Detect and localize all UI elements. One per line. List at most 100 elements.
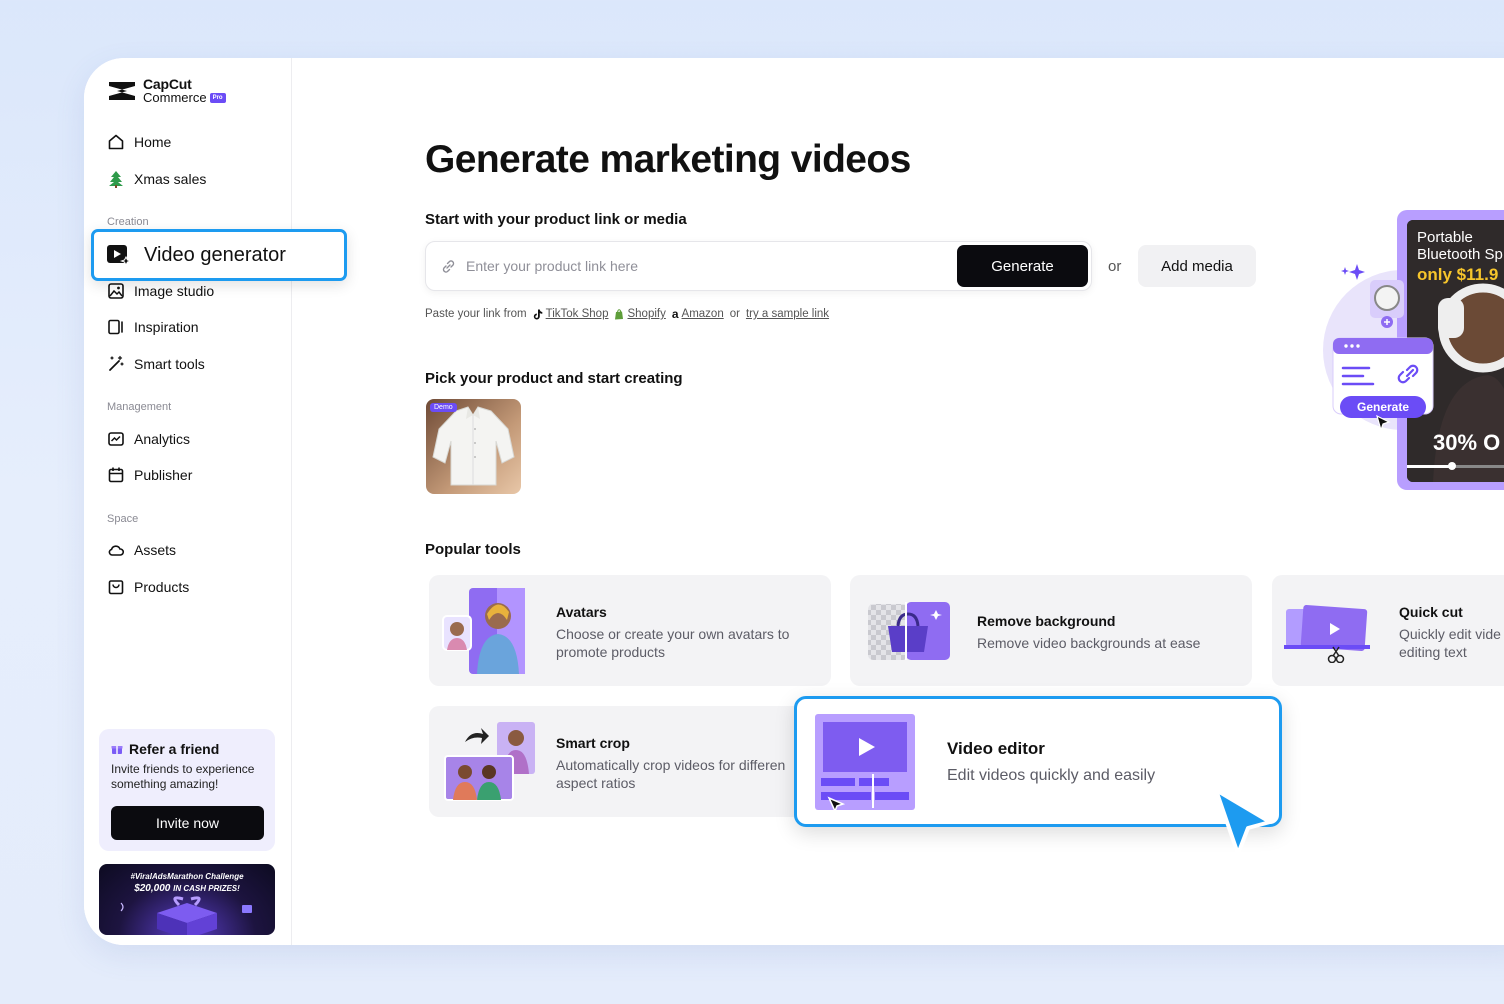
sidebar-item-video-generator[interactable]: Video generator: [91, 229, 347, 281]
popular-tools-title: Popular tools: [425, 541, 521, 558]
sidebar-item-label: Image studio: [134, 283, 215, 299]
refer-description: Invite friends to experience something a…: [111, 762, 255, 791]
page-title: Generate marketing videos: [425, 138, 911, 181]
amazon-link[interactable]: Amazon: [682, 308, 724, 320]
hero-illustration: Portable Bluetooth Sp only $11.9 30% O G…: [1323, 210, 1504, 490]
avatars-illustration: [442, 588, 525, 674]
amazon-icon: a: [671, 307, 679, 321]
cloud-icon: [108, 545, 125, 556]
capcut-commerce-logo[interactable]: CapCut Commerce Pro: [107, 77, 226, 105]
logo-text-commerce: Commerce: [143, 90, 207, 105]
analytics-icon: [108, 432, 124, 446]
or-text: or: [729, 308, 740, 320]
image-studio-icon: [108, 283, 124, 299]
sidebar-item-publisher[interactable]: Publisher: [107, 465, 192, 485]
sidebar-item-inspiration[interactable]: Inspiration: [107, 317, 199, 337]
refer-title: Refer a friend: [129, 741, 220, 757]
shopping-bag-icon: [108, 580, 124, 595]
tiktok-shop-link[interactable]: TikTok Shop: [546, 308, 609, 320]
tiktok-icon: [533, 309, 542, 319]
promo-amount: $20,000: [134, 883, 171, 894]
smart-crop-desc-line1: Automatically crop videos for differen: [556, 757, 786, 773]
or-separator: or: [1108, 258, 1122, 275]
sidebar-item-assets[interactable]: Assets: [107, 540, 176, 560]
demo-badge: Demo: [430, 403, 457, 412]
generate-button[interactable]: Generate: [957, 245, 1088, 287]
section-label-creation: Creation: [107, 216, 149, 228]
app-window: CapCut Commerce Pro Home Xmas sales Creat…: [84, 58, 1504, 945]
quick-cut-title: Quick cut: [1399, 604, 1463, 620]
sample-link[interactable]: try a sample link: [746, 308, 829, 320]
sidebar-item-label: Smart tools: [134, 356, 205, 372]
video-editor-illustration: [815, 714, 915, 812]
pick-product-title: Pick your product and start creating: [425, 370, 683, 387]
calendar-icon: [108, 467, 124, 483]
hero-text-bluetooth: Bluetooth Sp: [1417, 246, 1503, 263]
shirt-image: [432, 406, 515, 486]
demo-product-thumbnail[interactable]: Demo: [426, 399, 521, 494]
sidebar-item-label: Products: [134, 579, 190, 595]
hero-generate-button-text: Generate: [1357, 400, 1409, 414]
tool-card-quick-cut[interactable]: Quick cut Quickly edit vide editing text: [1272, 575, 1504, 686]
home-icon: [108, 134, 124, 150]
inspiration-icon: [108, 319, 123, 335]
gift-box-illustration: [120, 896, 252, 935]
tool-card-avatars[interactable]: Avatars Choose or create your own avatar…: [429, 575, 831, 686]
tool-card-remove-background[interactable]: Remove background Remove video backgroun…: [850, 575, 1252, 686]
invite-now-button[interactable]: Invite now: [111, 806, 264, 840]
link-icon: [442, 260, 455, 273]
sidebar: CapCut Commerce Pro Home Xmas sales Creat…: [84, 58, 292, 945]
tool-card-smart-crop[interactable]: Smart crop Automatically crop videos for…: [429, 706, 831, 817]
pro-badge: Pro: [209, 92, 226, 103]
gift-icon: [111, 746, 123, 754]
avatars-desc-line1: Choose or create your own avatars to: [556, 626, 790, 642]
remove-background-title: Remove background: [977, 613, 1116, 629]
christmas-tree-icon: [109, 171, 123, 188]
section-label-space: Space: [107, 513, 139, 525]
smart-crop-title: Smart crop: [556, 735, 630, 751]
sidebar-item-analytics[interactable]: Analytics: [107, 429, 190, 449]
shopify-link[interactable]: Shopify: [627, 308, 665, 320]
hero-text-price: only $11.9: [1417, 265, 1498, 284]
refer-a-friend-card: Refer a friend Invite friends to experie…: [99, 729, 275, 851]
sidebar-item-smart-tools[interactable]: Smart tools: [107, 354, 205, 374]
paste-link-sources: Paste your link from TikTok Shop Shopify…: [425, 307, 829, 321]
promo-challenge-text: #ViralAdsMarathon Challenge: [130, 872, 244, 881]
sidebar-item-xmas-sales[interactable]: Xmas sales: [107, 169, 206, 189]
video-editor-desc: Edit videos quickly and easily: [947, 767, 1156, 784]
quick-cut-illustration: [1284, 605, 1370, 663]
product-link-placeholder[interactable]: Enter your product link here: [466, 258, 638, 274]
sidebar-item-image-studio[interactable]: Image studio: [107, 281, 214, 301]
hero-text-discount: 30% O: [1433, 430, 1500, 455]
sidebar-item-label: Analytics: [134, 431, 191, 447]
hero-text-portable: Portable: [1417, 229, 1473, 246]
smart-crop-desc-line2: aspect ratios: [556, 775, 636, 791]
quick-cut-desc-line2: editing text: [1399, 644, 1467, 660]
sidebar-item-label: Inspiration: [134, 319, 199, 335]
sidebar-item-label: Assets: [134, 542, 177, 558]
smart-crop-illustration: [444, 722, 535, 801]
add-media-button[interactable]: Add media: [1138, 245, 1256, 287]
avatars-title: Avatars: [556, 604, 607, 620]
avatars-desc-line2: promote products: [556, 644, 665, 660]
sidebar-item-label: Video generator: [144, 243, 286, 266]
section-label-management: Management: [107, 401, 172, 413]
main-content: Generate marketing videos Start with you…: [292, 58, 1504, 945]
link-section-title: Start with your product link or media: [425, 211, 687, 228]
remove-background-illustration: [868, 602, 950, 660]
paste-prefix: Paste your link from: [425, 308, 527, 320]
promo-prize-text: IN CASH PRIZES!: [173, 884, 240, 893]
sidebar-item-home[interactable]: Home: [107, 132, 171, 152]
remove-background-desc: Remove video backgrounds at ease: [977, 635, 1201, 651]
video-generator-icon: [107, 245, 132, 266]
video-editor-title: Video editor: [947, 739, 1045, 758]
shopify-icon: [615, 308, 624, 319]
sidebar-item-label: Xmas sales: [134, 171, 207, 187]
quick-cut-desc-line1: Quickly edit vide: [1399, 626, 1501, 642]
viral-ads-marathon-banner[interactable]: #ViralAdsMarathon Challenge $20,000 IN C…: [99, 864, 275, 935]
sidebar-item-products[interactable]: Products: [107, 577, 189, 597]
magic-wand-icon: [109, 355, 124, 371]
sidebar-item-label: Home: [134, 134, 172, 150]
sidebar-item-label: Publisher: [134, 467, 193, 483]
cursor-pointer-icon: [1214, 788, 1272, 856]
